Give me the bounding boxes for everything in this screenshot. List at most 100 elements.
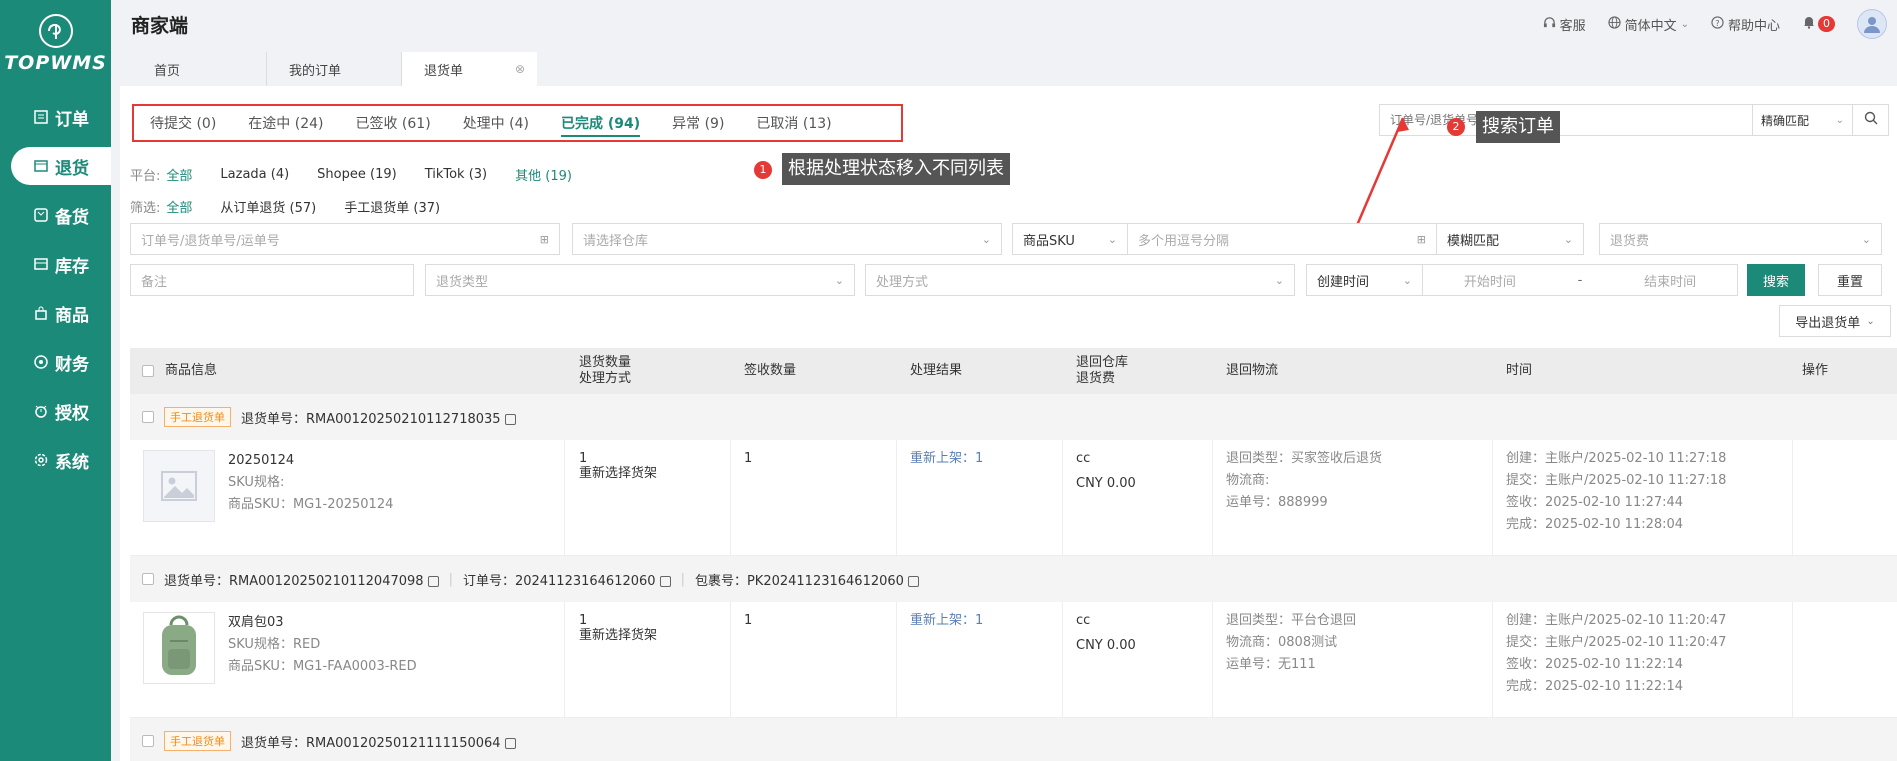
expand-icon[interactable]: ⊞ [1417,233,1426,246]
customer-service-link[interactable]: 客服 [1543,15,1586,34]
help-center-label: 帮助中心 [1727,18,1780,34]
column-signed: 签收数量 [744,363,797,378]
order-number-text: 订单号：20241123164612060 [462,573,656,589]
time-type-select[interactable]: 创建时间 ⌄ [1306,264,1423,296]
divider: | [448,571,453,587]
sidebar-item-returns[interactable]: 退货 [11,147,111,185]
return-number: 退货单号：RMA00120250210112718035 [241,408,516,427]
customer-service-label: 客服 [1559,18,1586,34]
sku-placeholder: 多个用逗号分隔 [1138,233,1230,249]
copy-icon[interactable] [659,575,671,587]
fuzzy-match-label: 模糊匹配 [1447,233,1500,249]
main-panel: 待提交 (0) 在途中 (24) 已签收 (61) 处理中 (4) 已完成 (9… [120,86,1897,761]
column-fee: 退货费 [1076,371,1116,386]
return-fee-placeholder: 退货费 [1610,233,1650,249]
return-fee-select[interactable]: 退货费 ⌄ [1599,223,1882,255]
sidebar-item-label: 授权 [55,403,89,424]
platform-option-all[interactable]: 全部 [166,165,192,184]
finance-icon [33,354,49,370]
globe-icon [1607,15,1621,33]
time-submitted: 提交：主账户/2025-02-10 11:20:47 [1506,635,1727,650]
warehouse-select[interactable]: 请选择仓库 ⌄ [572,223,1002,255]
column-result: 处理结果 [910,363,963,378]
avatar[interactable] [1857,9,1887,39]
date-range-picker[interactable]: 开始时间 - 结束时间 [1422,264,1738,296]
type-option-from-order[interactable]: 从订单退货 (57) [220,197,316,216]
fuzzy-match-select[interactable]: 模糊匹配 ⌄ [1436,223,1584,255]
sidebar-item-auth[interactable]: 授权 [11,392,111,430]
product-sku: 商品SKU：MG1-FAA0003-RED [228,659,417,674]
platform-option-shopee[interactable]: Shopee (19) [317,167,397,182]
logo-text: TOPWMS [4,52,107,74]
row-checkbox[interactable] [142,411,154,423]
copy-icon[interactable] [907,575,919,587]
list-icon [33,109,49,125]
column-time: 时间 [1506,363,1533,378]
sidebar-item-label: 系统 [55,452,89,473]
bag-icon [33,305,49,321]
sku-type-select[interactable]: 商品SKU ⌄ [1012,223,1128,255]
close-icon[interactable]: ⊗ [515,62,525,76]
order-number: 订单号：20241123164612060 [463,570,671,589]
copy-icon[interactable] [427,575,439,587]
row-checkbox[interactable] [142,735,154,747]
column-ops: 操作 [1802,363,1829,378]
platform-filter: 平台: 全部 Lazada (4) Shopee (19) TikTok (3)… [130,165,600,184]
logo[interactable]: TOPWMS [0,0,111,74]
copy-icon[interactable] [504,413,516,425]
page-title: 商家端 [131,14,189,37]
copy-icon[interactable] [504,737,516,749]
type-option-manual[interactable]: 手工退货单 (37) [344,197,440,216]
platform-option-other[interactable]: 其他 (19) [515,165,572,184]
sidebar-item-inventory[interactable]: 库存 [11,245,111,283]
language-select[interactable]: 简体中文 ⌄ [1607,15,1689,34]
sidebar-item-system[interactable]: 系统 [11,441,111,479]
top-header: 商家端 客服 简体中文 ⌄ ? 帮助中心 0 [111,0,1897,48]
tab-returns[interactable]: 退货单 ⊗ [402,52,537,86]
chevron-down-icon: ⌄ [1680,18,1689,30]
help-center-link[interactable]: ? 帮助中心 [1711,15,1780,34]
product-name: 20250124 [228,453,295,468]
remark-input[interactable]: 备注 [130,264,414,296]
return-type-select[interactable]: 退货类型 ⌄ [425,264,855,296]
sidebar-item-stocking[interactable]: 备货 [11,196,111,234]
select-all-checkbox[interactable] [142,365,154,377]
product-image-placeholder [143,450,215,522]
platform-option-lazada[interactable]: Lazada (4) [220,167,289,182]
sidebar-item-label: 库存 [55,256,89,277]
sidebar-item-label: 商品 [55,305,89,326]
return-group-header: 手工退货单 退货单号：RMA00120250210112718035 [130,394,1897,440]
column-logistics: 退回物流 [1226,363,1279,378]
type-option-all[interactable]: 全部 [166,197,192,216]
carrier: 物流商: [1226,473,1270,488]
platform-option-tiktok[interactable]: TikTok (3) [425,167,487,182]
time-completed: 完成：2025-02-10 11:28:04 [1506,517,1684,532]
tab-my-orders[interactable]: 我的订单 [267,52,402,86]
sku-input[interactable]: 多个用逗号分隔 ⊞ [1127,223,1437,255]
export-button[interactable]: 导出退货单 ⌄ [1779,305,1891,337]
process-method: 重新选择货架 [579,628,658,643]
expand-icon[interactable]: ⊞ [540,233,549,246]
return-type: 退回类型：买家签收后退货 [1226,451,1383,466]
search-submit-button[interactable]: 搜索 [1747,264,1805,296]
type-filter-label: 筛选: [130,201,161,216]
time-type-label: 创建时间 [1317,274,1370,290]
warehouse-icon [33,256,49,272]
row-checkbox[interactable] [142,573,154,585]
sidebar-item-products[interactable]: 商品 [11,294,111,332]
notifications[interactable]: 0 [1802,15,1835,33]
remark-placeholder: 备注 [141,274,168,290]
time-submitted: 提交：主账户/2025-02-10 11:27:18 [1506,473,1727,488]
process-method-select[interactable]: 处理方式 ⌄ [865,264,1295,296]
column-product: 商品信息 [165,363,218,378]
sidebar-item-finance[interactable]: 财务 [11,343,111,381]
sidebar-item-orders[interactable]: 订单 [11,98,111,136]
signed-qty: 1 [744,451,753,466]
reset-button[interactable]: 重置 [1818,264,1882,296]
manual-return-tag: 手工退货单 [164,731,231,751]
type-filter: 筛选: 全部 从订单退货 (57) 手工退货单 (37) [130,197,468,216]
tab-home[interactable]: 首页 [132,52,267,86]
signed-qty: 1 [744,613,753,628]
order-number-filter[interactable]: 订单号/退货单号/运单号 ⊞ [130,223,560,255]
return-group-header: 手工退货单 退货单号：RMA00120250121111150064 [130,718,1897,761]
